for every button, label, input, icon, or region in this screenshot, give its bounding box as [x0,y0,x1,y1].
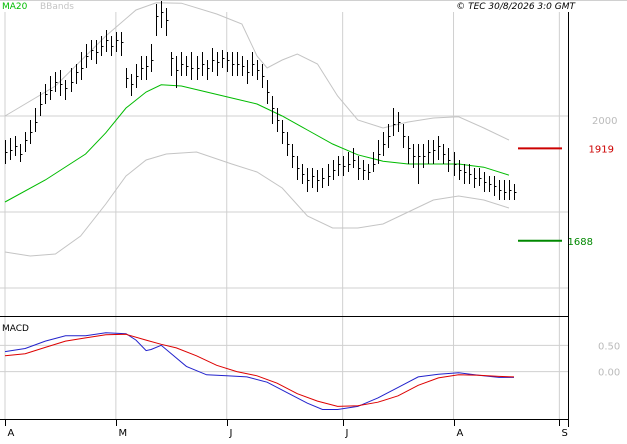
chart-canvas: 19191688 A M J J A S20000.500.00 MA20 BBands … [0,0,627,439]
x-tick-label: A [8,428,15,439]
axis-frame [0,0,627,427]
chart-area: 1919 1688 A M J J A S 2000 0.50 0.00 MA20 BBands … [0,0,627,440]
price-tick-label: 2000 [592,116,617,127]
copyright-text: © TEC 30/8/2026 3:0 GMT [456,2,576,12]
macd-title: MACD [2,324,29,334]
tick-labels: A M J J A S 2000 0.50 0.00 [8,116,621,439]
x-tick-label: M [119,428,128,439]
legend-bbands: BBands [40,2,74,12]
grid-layer [0,12,568,419]
x-tick-label: J [345,428,349,439]
legend-ma20: MA20 [2,2,28,12]
macd-tick-label: 0.50 [598,341,620,352]
x-tick-label: A [457,428,464,439]
support-label: 1688 [568,237,593,248]
bb-lower-line [4,151,510,257]
price-levels: 1919 1688 [518,144,614,248]
macd-tick-label: 0.00 [598,368,620,379]
x-tick-label: J [229,428,233,439]
bollinger-bands [4,2,510,257]
macd-line [4,332,514,410]
resistance-label: 1919 [589,144,614,155]
x-tick-label: S [562,428,568,439]
macd-panel [4,332,515,410]
price-bars [5,0,517,200]
